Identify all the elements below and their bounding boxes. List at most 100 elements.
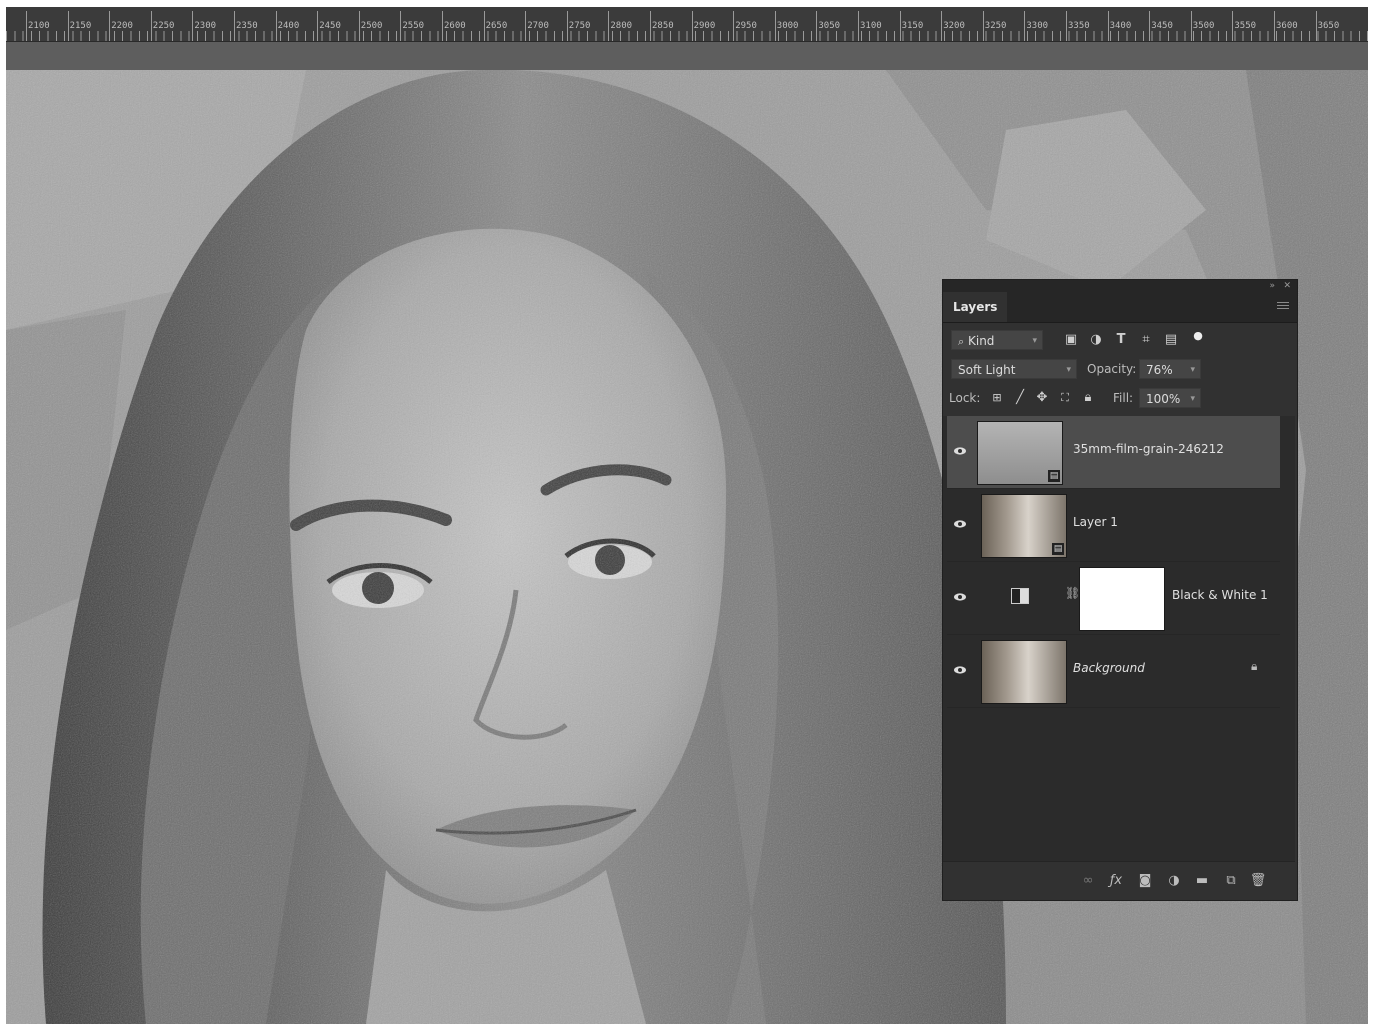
- ruler-label: 2500: [360, 21, 383, 31]
- ruler-major-tick: [317, 11, 319, 41]
- fx-icon[interactable]: ƒx: [1107, 871, 1125, 891]
- layers-list[interactable]: ▤ 35mm-film-grain-246212 ▤ Layer 1 ⛓ Bla…: [943, 416, 1295, 861]
- ruler-major-tick: [566, 11, 568, 41]
- panel-menu-icon[interactable]: [1277, 302, 1289, 311]
- ruler-ticks: [6, 31, 1368, 41]
- ruler-label: 3500: [1192, 21, 1215, 31]
- chain-link-icon[interactable]: ⛓: [1065, 586, 1080, 600]
- blend-mode-value: Soft Light: [958, 363, 1016, 377]
- photoshop-window: 2100 2150 2200 2250 2300 2350 2400 2450 2500 2550…: [6, 7, 1368, 1024]
- lock-move-icon[interactable]: ✥: [1033, 388, 1051, 408]
- layers-panel: » ✕ Layers ⌕ Kind ▾ ▣ ◑ T ⌗ ▤ ● Soft Lig…: [942, 279, 1298, 901]
- smart-object-filter-icon[interactable]: ▤: [1162, 330, 1180, 350]
- ruler-major-tick: [1024, 11, 1026, 41]
- opacity-label: Opacity:: [1087, 362, 1137, 376]
- new-layer-icon[interactable]: ⧉: [1222, 871, 1240, 891]
- ruler-label: 2350: [236, 21, 258, 31]
- ruler-major-tick: [774, 11, 776, 41]
- ruler-label: 3350: [1068, 21, 1090, 31]
- chevron-down-icon: ▾: [1066, 365, 1071, 375]
- ruler-major-tick: [26, 11, 27, 41]
- blend-mode-select[interactable]: Soft Light ▾: [951, 359, 1077, 379]
- lock-icon: 🔒︎: [1251, 659, 1258, 673]
- ruler-major-tick: [1274, 11, 1275, 41]
- add-mask-icon[interactable]: ◙: [1136, 871, 1154, 891]
- layer-name: Background: [1073, 661, 1145, 675]
- layer-row-black-white-1[interactable]: ⛓ Black & White 1: [947, 562, 1280, 635]
- ruler-major-tick: [483, 11, 485, 41]
- layer-row-background[interactable]: Background 🔒︎: [947, 635, 1280, 708]
- ruler-label: 3300: [1026, 21, 1049, 31]
- ruler-major-tick: [733, 11, 735, 41]
- type-filter-icon[interactable]: T: [1112, 330, 1130, 350]
- ruler-label: 3450: [1151, 21, 1173, 31]
- ruler-major-tick: [234, 11, 235, 41]
- ruler-major-tick: [358, 11, 360, 41]
- filter-kind-select[interactable]: ⌕ Kind ▾: [951, 330, 1043, 350]
- shape-filter-icon[interactable]: ⌗: [1137, 330, 1155, 350]
- eye-icon[interactable]: [953, 590, 967, 604]
- opacity-field[interactable]: 76% ▾: [1139, 359, 1201, 379]
- fill-label: Fill:: [1113, 391, 1134, 405]
- chevron-down-icon: ▾: [1190, 365, 1195, 375]
- layer-name: Black & White 1: [1172, 588, 1268, 602]
- ruler-major-tick: [608, 11, 610, 41]
- layer-thumbnail: ▤: [981, 494, 1067, 558]
- ruler-major-tick: [982, 11, 984, 41]
- ruler-label: 2200: [111, 21, 133, 31]
- adjustment-filter-icon[interactable]: ◑: [1087, 330, 1105, 350]
- close-panel-icon[interactable]: ✕: [1283, 280, 1291, 292]
- pixel-filter-icon[interactable]: ▣: [1062, 330, 1080, 350]
- pasteboard: [6, 42, 1368, 70]
- lock-row: Lock: ⊞ ╱ ✥ ⛶ 🔒︎ Fill: 100% ▾: [943, 384, 1295, 412]
- eye-icon[interactable]: [953, 663, 967, 677]
- lock-transparent-icon[interactable]: ⊞: [988, 388, 1006, 408]
- horizontal-ruler[interactable]: 2100 2150 2200 2250 2300 2350 2400 2450 2500 2550…: [6, 7, 1368, 42]
- layer-row-film-grain[interactable]: ▤ 35mm-film-grain-246212: [947, 416, 1280, 489]
- layer-name: 35mm-film-grain-246212: [1073, 442, 1224, 456]
- ruler-major-tick: [816, 11, 818, 41]
- ruler-label: 3200: [943, 21, 965, 31]
- link-layers-icon[interactable]: ∞: [1079, 871, 1097, 891]
- smart-object-icon: ▤: [1052, 543, 1064, 555]
- adjustment-layer-icon: [1011, 588, 1029, 604]
- ruler-major-tick: [442, 11, 443, 41]
- new-group-icon[interactable]: ▬: [1193, 871, 1211, 891]
- chevron-down-icon: ▾: [1190, 394, 1195, 404]
- lock-paint-icon[interactable]: ╱: [1011, 388, 1029, 408]
- ruler-label: 3600: [1276, 21, 1298, 31]
- layer-row-layer-1[interactable]: ▤ Layer 1: [947, 489, 1280, 562]
- lock-artboard-icon[interactable]: ⛶: [1056, 388, 1074, 408]
- ruler-major-tick: [941, 11, 943, 41]
- filter-toggle-icon[interactable]: ●: [1189, 326, 1207, 346]
- new-adjustment-icon[interactable]: ◑: [1165, 871, 1183, 891]
- layer-thumbnail: [981, 640, 1067, 704]
- ruler-major-tick: [525, 11, 527, 41]
- tab-layers[interactable]: Layers: [943, 292, 1008, 322]
- panel-title-bar[interactable]: » ✕: [943, 280, 1297, 292]
- fill-field[interactable]: 100% ▾: [1139, 388, 1201, 408]
- ruler-major-tick: [1066, 11, 1067, 41]
- search-icon: ⌕: [958, 335, 965, 348]
- ruler-major-tick: [192, 11, 194, 41]
- layer-mask-thumbnail[interactable]: [1079, 567, 1165, 631]
- collapse-icon[interactable]: »: [1269, 280, 1275, 292]
- ruler-label: 3000: [776, 21, 799, 31]
- lock-all-icon[interactable]: 🔒︎: [1079, 388, 1097, 408]
- ruler-label: 2650: [485, 21, 508, 31]
- delete-layer-icon[interactable]: 🗑︎: [1249, 871, 1267, 891]
- ruler-major-tick: [899, 11, 901, 41]
- ruler-label: 2250: [152, 21, 175, 31]
- panel-footer: ∞ ƒx ◙ ◑ ▬ ⧉ 🗑︎: [943, 861, 1295, 900]
- ruler-label: 2950: [735, 21, 757, 31]
- ruler-label: 2600: [444, 21, 466, 31]
- eye-icon[interactable]: [953, 444, 967, 458]
- ruler-major-tick: [275, 11, 277, 41]
- ruler-major-tick: [150, 11, 152, 41]
- ruler-major-tick: [1232, 11, 1234, 41]
- eye-icon[interactable]: [953, 517, 967, 531]
- filter-kind-label: Kind: [968, 334, 995, 348]
- ruler-label: 2900: [693, 21, 716, 31]
- panel-tab-row: Layers: [943, 292, 1297, 323]
- ruler-label: 3100: [860, 21, 882, 31]
